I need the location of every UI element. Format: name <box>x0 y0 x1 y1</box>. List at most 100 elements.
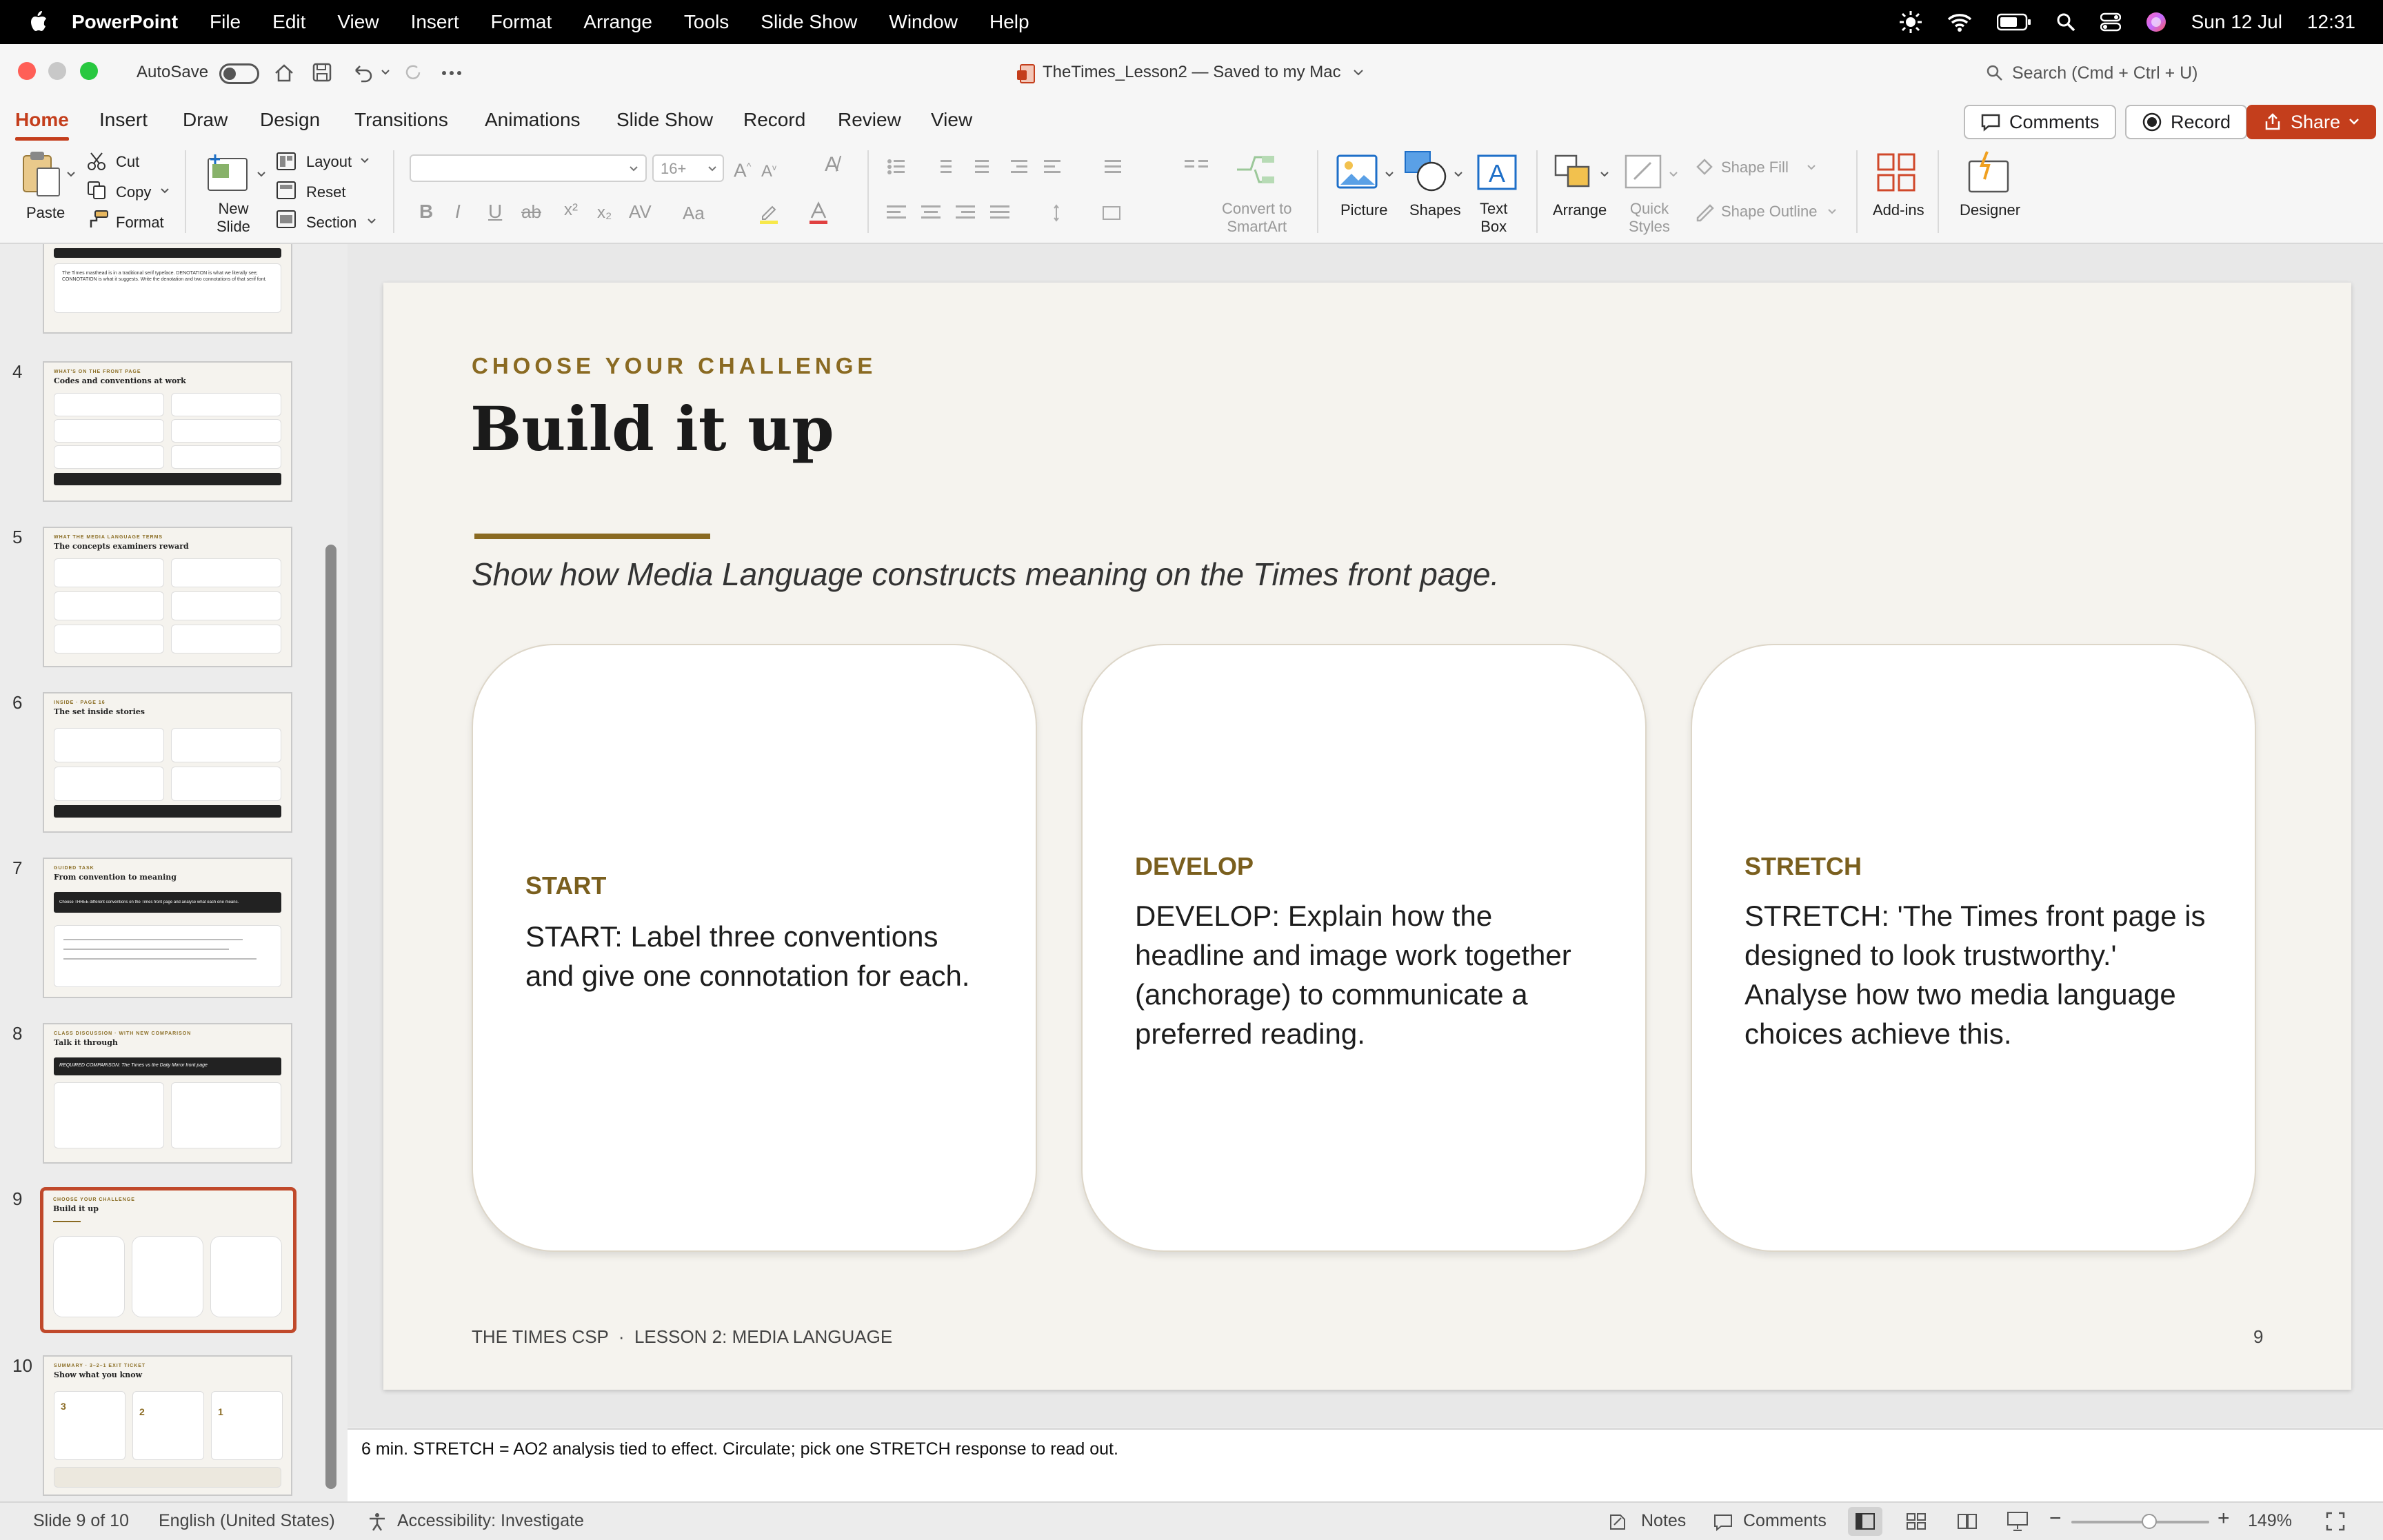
tab-insert[interactable]: Insert <box>99 109 148 131</box>
card-start[interactable]: START START: Label three conventions and… <box>472 644 1037 1252</box>
shape-fill-icon[interactable] <box>1693 156 1716 178</box>
menubar-time[interactable]: 12:31 <box>2307 11 2355 33</box>
slide-footer[interactable]: THE TIMES CSP · LESSON 2: MEDIA LANGUAGE <box>472 1326 892 1348</box>
menu-format[interactable]: Format <box>491 11 552 33</box>
control-center-icon[interactable] <box>2100 12 2121 32</box>
menu-file[interactable]: File <box>210 11 241 33</box>
zoom-out-button[interactable]: − <box>2049 1507 2062 1530</box>
arrange-dropdown-icon[interactable] <box>1600 171 1609 178</box>
siri-icon[interactable] <box>2146 12 2166 32</box>
slide-sorter-icon[interactable] <box>1906 1512 1927 1530</box>
shape-outline-icon[interactable] <box>1693 200 1716 222</box>
paste-dropdown-icon[interactable] <box>66 171 76 178</box>
layout-dropdown-icon[interactable] <box>360 157 370 164</box>
close-window-button[interactable] <box>18 62 36 80</box>
clear-formatting-icon[interactable]: A̸ <box>825 154 838 175</box>
quick-styles-dropdown-icon[interactable] <box>1669 171 1678 178</box>
battery-icon[interactable] <box>1996 13 2031 31</box>
slide-page-number[interactable]: 9 <box>2253 1326 2263 1348</box>
designer-label[interactable]: Designer <box>1960 201 2020 219</box>
more-options-icon[interactable] <box>441 70 462 76</box>
font-chevron-down-icon[interactable] <box>629 165 639 172</box>
slide-thumbnail-8[interactable]: CLASS DISCUSSION · WITH NEW COMPARISON T… <box>43 1023 292 1164</box>
superscript-icon[interactable]: x² <box>564 201 578 219</box>
font-size-chevron-down-icon[interactable] <box>707 165 717 172</box>
undo-dropdown-icon[interactable] <box>381 69 390 76</box>
font-color-icon[interactable] <box>808 201 829 225</box>
slide-thumbnail-4[interactable]: WHAT'S ON THE FRONT PAGE Codes and conve… <box>43 361 292 502</box>
comments-toggle[interactable]: Comments <box>1743 1511 1827 1531</box>
layout-icon[interactable] <box>276 152 296 171</box>
shape-outline-dropdown-icon[interactable] <box>1827 208 1837 215</box>
convert-smartart-label[interactable]: Convert to SmartArt <box>1222 200 1292 236</box>
notes-toggle[interactable]: Notes <box>1641 1511 1686 1531</box>
character-spacing-icon[interactable]: AV <box>629 203 652 221</box>
comments-button[interactable]: Comments <box>1964 105 2116 139</box>
minimize-window-button[interactable] <box>48 62 66 80</box>
new-slide-icon[interactable] <box>205 153 252 193</box>
brightness-icon[interactable] <box>1899 10 1922 34</box>
reset-label[interactable]: Reset <box>306 183 345 201</box>
copy-dropdown-icon[interactable] <box>160 188 170 194</box>
menubar-date[interactable]: Sun 12 Jul <box>2191 11 2282 33</box>
spotlight-search-icon[interactable] <box>2056 12 2075 32</box>
slide-thumbnail-10[interactable]: SUMMARY · 3–2–1 EXIT TICKET Show what yo… <box>43 1355 292 1496</box>
arrange-icon[interactable] <box>1553 153 1596 192</box>
format-painter-icon[interactable] <box>87 210 109 229</box>
text-box-label[interactable]: Text Box <box>1480 200 1507 236</box>
menu-window[interactable]: Window <box>889 11 958 33</box>
addins-label[interactable]: Add-ins <box>1873 201 1924 219</box>
menu-arrange[interactable]: Arrange <box>583 11 652 33</box>
reset-icon[interactable] <box>276 181 296 200</box>
home-icon[interactable] <box>273 62 295 84</box>
section-label[interactable]: Section <box>306 214 356 232</box>
picture-label[interactable]: Picture <box>1340 201 1387 219</box>
format-painter-label[interactable]: Format <box>116 214 164 232</box>
notes-text[interactable]: 6 min. STRETCH = AO2 analysis tied to ef… <box>361 1439 1118 1459</box>
slide-kicker[interactable]: CHOOSE YOUR CHALLENGE <box>472 353 876 379</box>
columns-icon[interactable] <box>1183 156 1211 176</box>
tab-animations[interactable]: Animations <box>485 109 581 131</box>
tab-view[interactable]: View <box>931 109 972 131</box>
reading-view-icon[interactable] <box>1957 1512 1978 1530</box>
tab-home[interactable]: Home <box>15 109 69 141</box>
increase-font-icon[interactable]: A^ <box>734 157 751 180</box>
slide-show-icon[interactable] <box>2007 1511 2029 1532</box>
accessibility-icon[interactable] <box>367 1511 388 1532</box>
menu-edit[interactable]: Edit <box>272 11 305 33</box>
share-button[interactable]: Share <box>2246 105 2377 139</box>
undo-icon[interactable] <box>350 62 374 83</box>
card-stretch[interactable]: STRETCH STRETCH: 'The Times front page i… <box>1691 644 2256 1252</box>
arrange-label[interactable]: Arrange <box>1553 201 1607 219</box>
zoom-slider-handle[interactable] <box>2142 1514 2157 1529</box>
shape-outline-label[interactable]: Shape Outline <box>1721 203 1817 221</box>
card-develop[interactable]: DEVELOP DEVELOP: Explain how the headlin… <box>1081 644 1647 1252</box>
fit-to-window-icon[interactable] <box>2325 1511 2346 1532</box>
strikethrough-icon[interactable]: ab <box>521 203 541 221</box>
shape-fill-dropdown-icon[interactable] <box>1807 164 1816 171</box>
zoom-slider-track[interactable] <box>2071 1521 2209 1523</box>
subscript-icon[interactable]: x₂ <box>597 204 612 222</box>
slide-subtitle[interactable]: Show how Media Language constructs meani… <box>472 556 1499 593</box>
title-underline-rule[interactable] <box>474 534 710 539</box>
slide-title[interactable]: Build it up <box>470 393 834 465</box>
slide-thumbnail-9[interactable]: CHOOSE YOUR CHALLENGE Build it up <box>40 1187 296 1333</box>
new-slide-dropdown-icon[interactable] <box>257 171 266 178</box>
accessibility-status[interactable]: Accessibility: Investigate <box>397 1511 584 1531</box>
new-slide-label[interactable]: New Slide <box>217 200 250 236</box>
layout-label[interactable]: Layout <box>306 153 352 171</box>
tab-slide-show[interactable]: Slide Show <box>616 109 713 131</box>
zoom-in-button[interactable]: + <box>2218 1507 2230 1530</box>
menu-slide-show[interactable]: Slide Show <box>761 11 857 33</box>
alignment-buttons-icon[interactable] <box>885 203 1020 223</box>
slide-thumbnail-3[interactable]: The Times masthead is in a traditional s… <box>43 244 292 334</box>
slide-thumbnails-panel[interactable]: The Times masthead is in a traditional s… <box>0 244 348 1501</box>
tab-draw[interactable]: Draw <box>183 109 228 131</box>
smartart-icon[interactable] <box>1234 154 1277 185</box>
tab-transitions[interactable]: Transitions <box>354 109 448 131</box>
slide-thumbnail-6[interactable]: INSIDE · PAGE 16 The set inside stories <box>43 692 292 833</box>
tab-record[interactable]: Record <box>743 109 805 131</box>
copy-icon[interactable] <box>87 181 108 200</box>
notes-icon[interactable] <box>1608 1512 1627 1532</box>
slide-thumbnail-5[interactable]: WHAT THE MEDIA LANGUAGE TERMS The concep… <box>43 527 292 667</box>
